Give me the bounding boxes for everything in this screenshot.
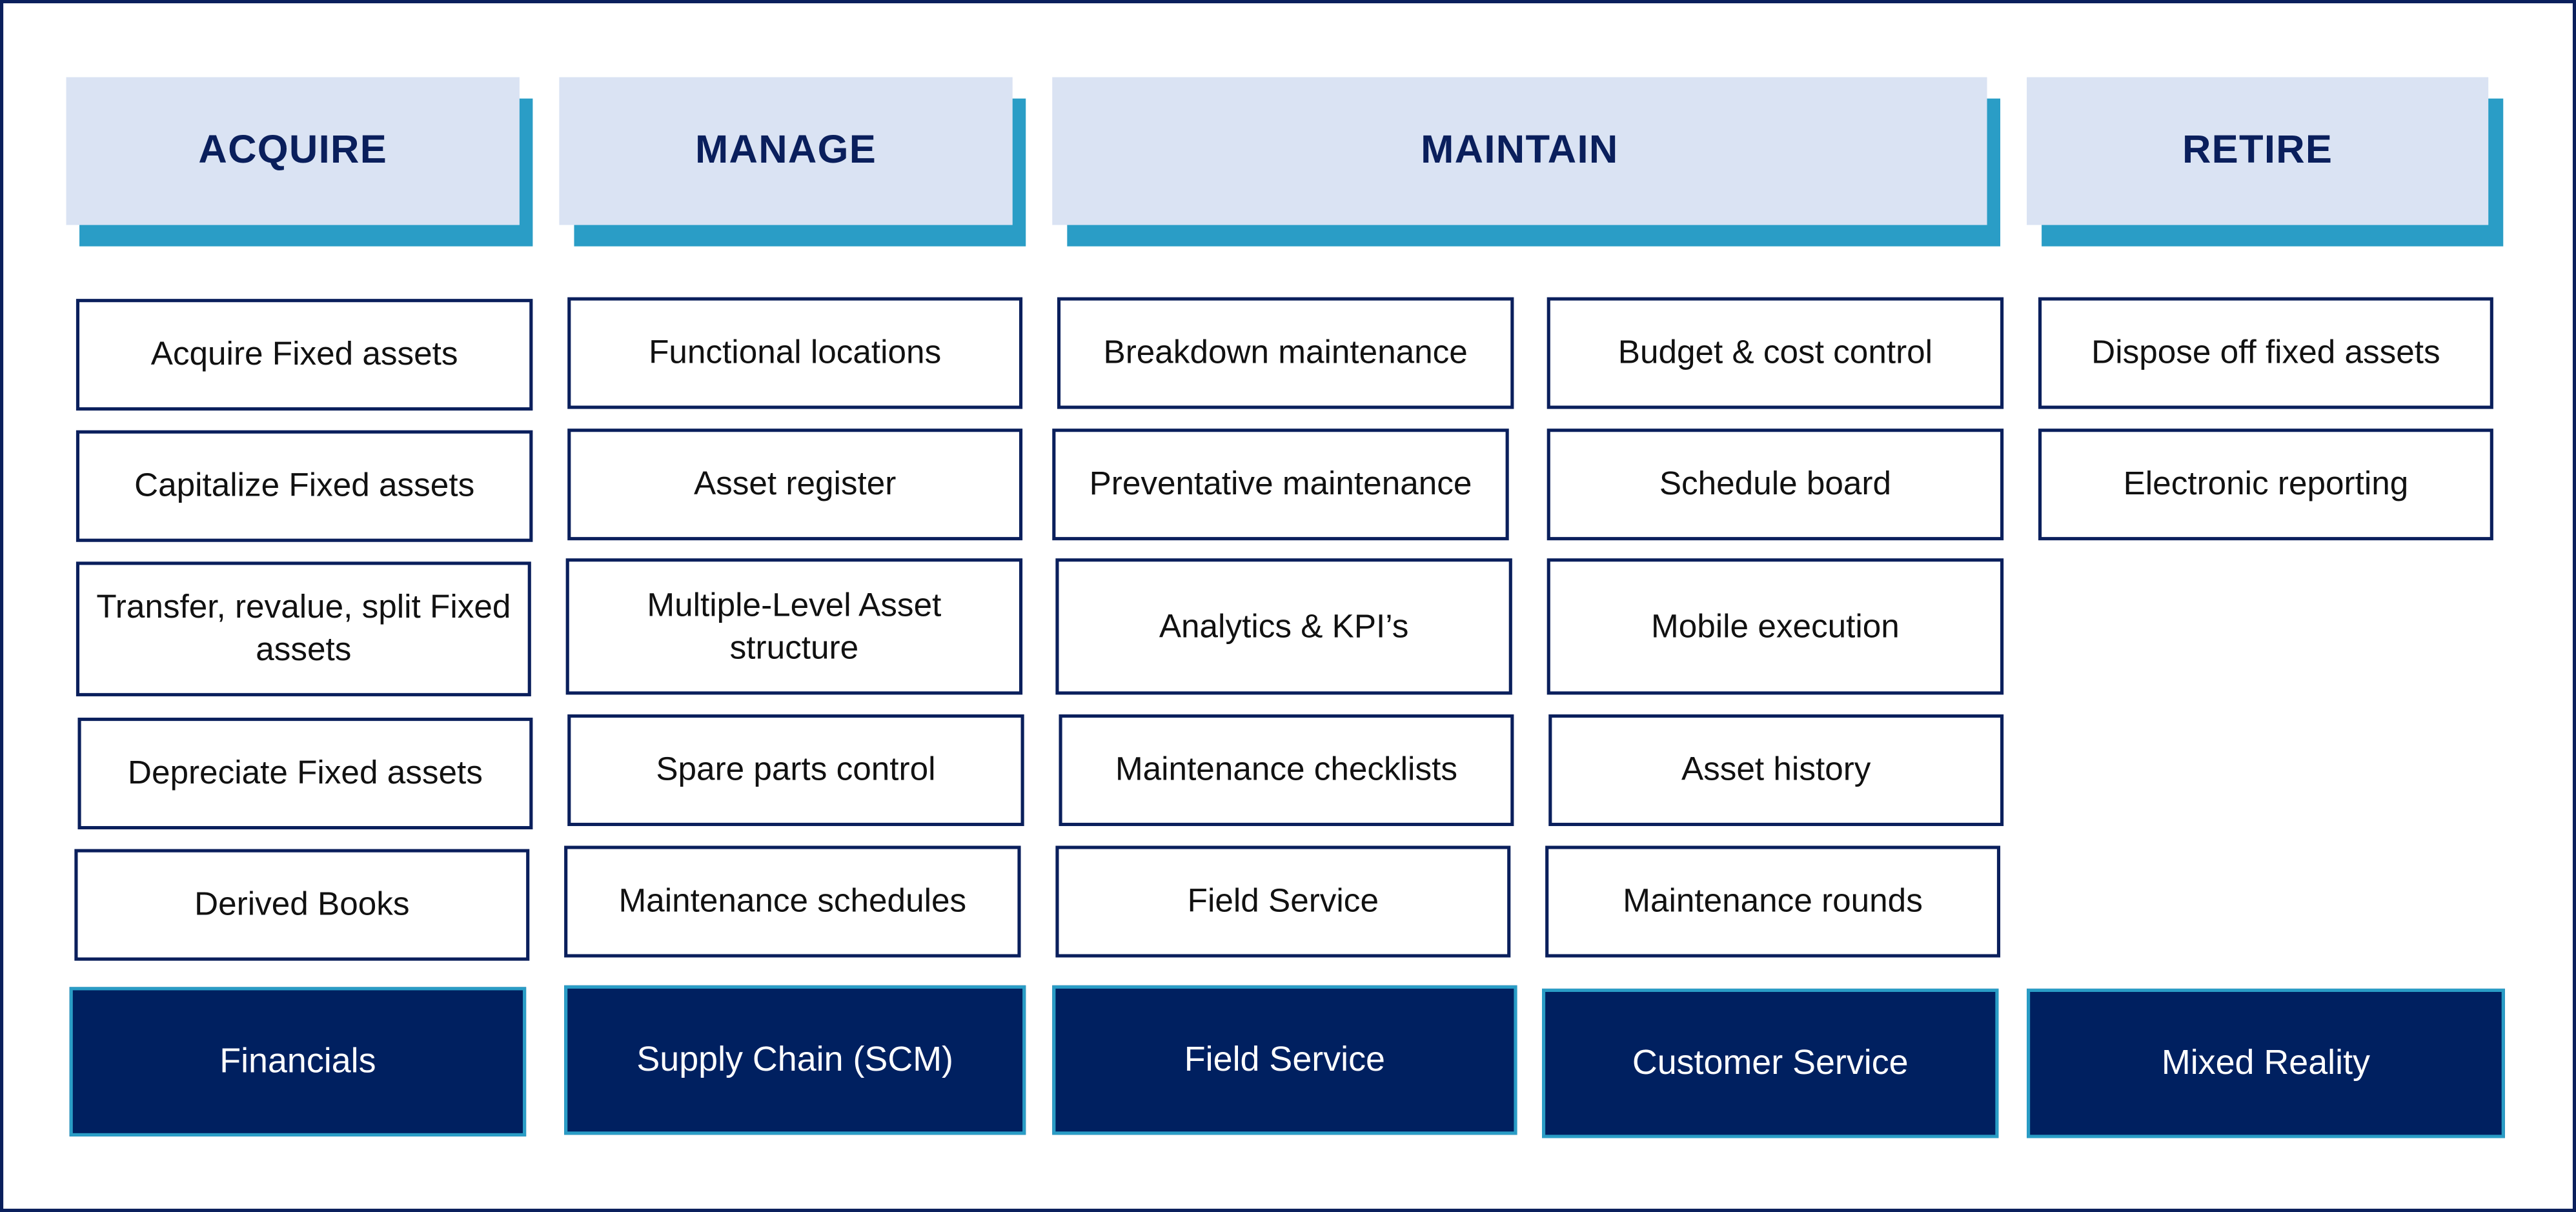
capability-card: Functional locations [567,297,1023,409]
phase-header-retire: RETIRE [2027,77,2489,225]
capability-card: Depreciate Fixed assets [77,718,533,830]
capability-card: Transfer, revalue, split Fixed assets [76,561,531,696]
capability-card: Derived Books [74,849,530,961]
platform-customer-service: Customer Service [1541,988,1999,1138]
capability-card: Field Service [1055,845,1511,958]
phase-header-maintain: MAINTAIN [1052,77,1987,225]
capability-card: Maintenance rounds [1545,845,2001,958]
capability-card: Dispose off fixed assets [2038,297,2493,409]
capability-card: Asset history [1548,714,2004,826]
capability-card: Analytics & KPI’s [1055,558,1512,695]
capability-card: Maintenance checklists [1059,714,1514,826]
capability-card: Electronic reporting [2038,429,2493,541]
platform-field-service: Field Service [1052,985,1517,1135]
capability-card: Preventative maintenance [1052,429,1509,541]
capability-card: Mobile execution [1547,558,2004,695]
asset-lifecycle-diagram: ACQUIRE MANAGE MAINTAIN RETIRE Acquire F… [0,0,2576,1212]
capability-card: Schedule board [1547,429,2004,541]
platform-mixed-reality: Mixed Reality [2027,988,2505,1138]
capability-card: Budget & cost control [1547,297,2004,409]
capability-card: Capitalize Fixed assets [76,430,533,542]
phase-header-acquire: ACQUIRE [66,77,520,225]
platform-supply-chain: Supply Chain (SCM) [564,985,1026,1135]
capability-card: Maintenance schedules [564,845,1021,958]
capability-card: Multiple-Level Asset structure [565,558,1023,695]
platform-financials: Financials [69,987,527,1136]
phase-header-manage: MANAGE [559,77,1013,225]
capability-card: Spare parts control [567,714,1024,826]
capability-card: Breakdown maintenance [1057,297,1514,409]
capability-card: Acquire Fixed assets [76,299,533,411]
capability-card: Asset register [567,429,1023,541]
